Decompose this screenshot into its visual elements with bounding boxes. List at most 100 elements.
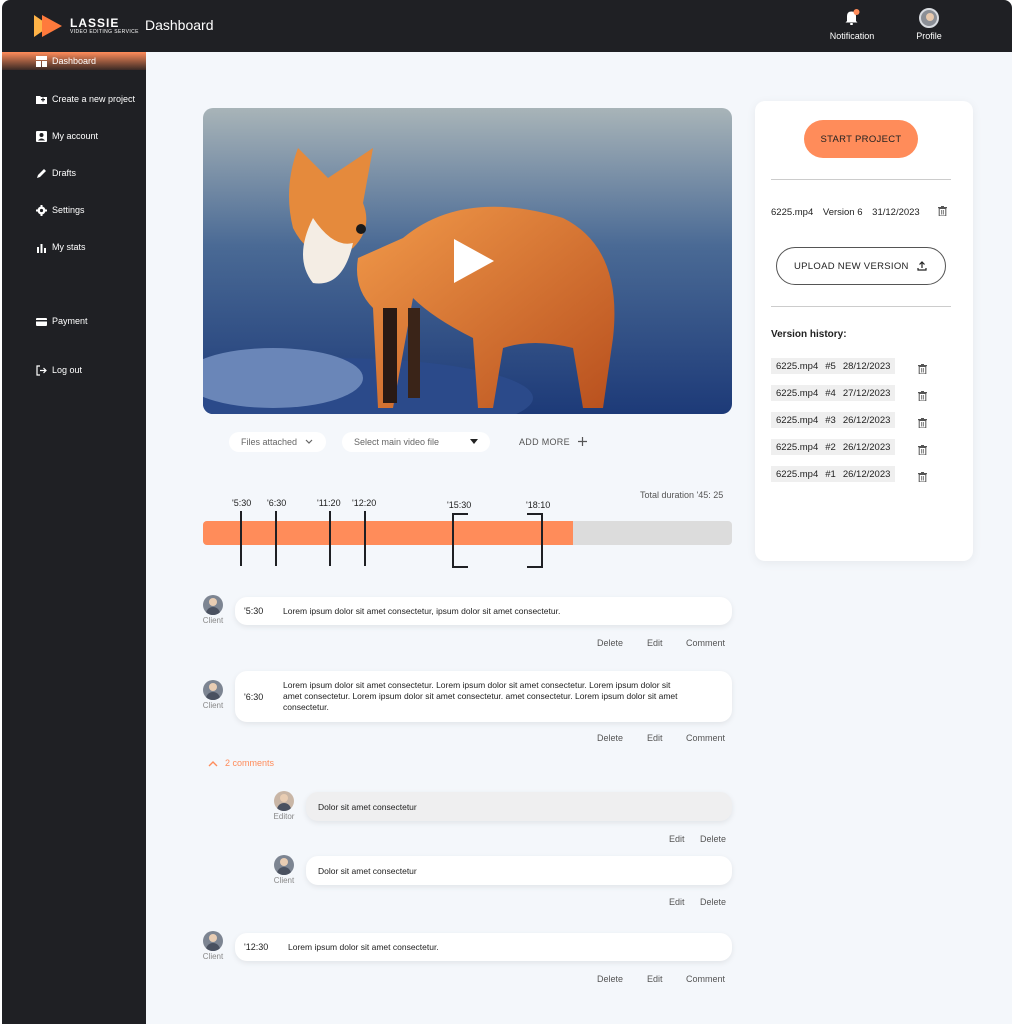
range-end-label: '18:10 (526, 500, 551, 510)
video-thumbnail (203, 108, 732, 414)
client-avatar: Client (203, 595, 223, 625)
range-start-label: '15:30 (447, 500, 472, 510)
comment-text: Lorem ipsum dolor sit amet consectetur. (288, 942, 439, 952)
edit-button[interactable]: Edit (647, 638, 663, 648)
total-duration: Total duration '45: 25 (640, 490, 724, 500)
comment-bubble[interactable]: '6:30 Lorem ipsum dolor sit amet consect… (235, 671, 732, 722)
reply-bubble[interactable]: Dolor sit amet consectetur (306, 792, 732, 821)
trash-icon[interactable] (918, 388, 927, 406)
sidebar-item-dashboard[interactable]: Dashboard (2, 52, 146, 70)
video-player[interactable] (203, 108, 732, 414)
add-more-button[interactable]: ADD MORE (519, 437, 587, 447)
trash-icon[interactable] (938, 206, 947, 219)
reply-text: Dolor sit amet consectetur (318, 866, 417, 876)
edit-button[interactable]: Edit (669, 897, 685, 907)
delete-button[interactable]: Delete (597, 638, 623, 648)
comment-text-line: Lorem ipsum dolor sit amet consectetur. … (283, 680, 671, 690)
sidebar-item-label: Create a new project (52, 94, 136, 104)
range-end-handle[interactable] (527, 513, 543, 568)
version-date: 27/12/2023 (842, 387, 891, 399)
version-file: 6225.mp4 (776, 414, 819, 426)
current-version-date: 31/12/2023 (872, 207, 920, 218)
marker-label: '11:20 (317, 498, 341, 508)
upload-new-version-button[interactable]: UPLOAD NEW VERSION (776, 247, 946, 285)
sidebar-item-payment[interactable]: Payment (2, 311, 146, 331)
profile-button[interactable]: Profile (909, 8, 949, 41)
version-date: 28/12/2023 (842, 360, 891, 372)
version-history-row[interactable]: 6225.mp4 #5 28/12/2023 (771, 358, 896, 374)
add-more-label: ADD MORE (519, 437, 570, 447)
range-start-handle[interactable] (452, 513, 468, 568)
chevron-up-icon (208, 760, 218, 766)
dashboard-icon (36, 55, 47, 67)
sidebar-item-label: Log out (52, 365, 83, 375)
sidebar-item-create-project[interactable]: Create a new project (2, 89, 146, 109)
comment-button[interactable]: Comment (686, 974, 725, 984)
version-history-row[interactable]: 6225.mp4 #1 26/12/2023 (771, 466, 896, 482)
sidebar-item-log-out[interactable]: Log out (2, 360, 146, 380)
comment-timestamp[interactable]: '5:30 (244, 606, 263, 616)
notification-button[interactable]: Notification (827, 8, 877, 41)
replies-toggle[interactable]: 2 comments (208, 758, 274, 768)
brand-logo[interactable]: LASSIE VIDEO EDITING SERVICE (32, 12, 139, 40)
edit-button[interactable]: Edit (669, 834, 685, 844)
main-video-select[interactable]: Select main video file (342, 432, 490, 452)
version-history-row[interactable]: 6225.mp4 #4 27/12/2023 (771, 385, 896, 401)
comment-author: Client (202, 952, 224, 961)
delete-button[interactable]: Delete (597, 733, 623, 743)
current-version-number: Version 6 (822, 207, 863, 218)
gear-icon (36, 204, 47, 216)
timeline-marker[interactable] (275, 511, 277, 566)
sidebar-item-drafts[interactable]: Drafts (2, 163, 146, 183)
version-date: 26/12/2023 (842, 414, 891, 426)
marker-label: '12:20 (352, 498, 377, 508)
reply-text: Dolor sit amet consectetur (318, 802, 417, 812)
edit-button[interactable]: Edit (647, 733, 663, 743)
files-attached-label: Files attached (241, 437, 298, 447)
current-version-file: 6225.mp4 (771, 207, 814, 218)
version-file: 6225.mp4 (776, 441, 819, 453)
start-project-button[interactable]: START PROJECT (804, 120, 918, 158)
comment-text: Lorem ipsum dolor sit amet consectetur, … (283, 606, 561, 616)
timeline-marker[interactable] (364, 511, 366, 566)
comment-bubble[interactable]: '5:30 Lorem ipsum dolor sit amet consect… (235, 597, 732, 625)
logout-icon (36, 364, 47, 376)
sidebar-item-settings[interactable]: Settings (2, 200, 146, 220)
top-bar: LASSIE VIDEO EDITING SERVICE Dashboard N… (2, 0, 1012, 52)
timeline-marker[interactable] (240, 511, 242, 566)
comment-button[interactable]: Comment (686, 733, 725, 743)
plus-icon (577, 437, 587, 446)
timeline-marker[interactable] (329, 511, 331, 566)
files-attached-dropdown[interactable]: Files attached (229, 432, 326, 452)
version-number: #3 (825, 414, 836, 426)
trash-icon[interactable] (918, 469, 927, 487)
version-number: #5 (825, 360, 836, 372)
sidebar-item-label: My stats (52, 242, 86, 252)
replies-count: 2 comments (225, 758, 275, 768)
upload-icon (917, 261, 927, 271)
brand-name: LASSIE (70, 16, 120, 30)
sidebar-item-my-account[interactable]: My account (2, 126, 146, 146)
version-history-row[interactable]: 6225.mp4 #3 26/12/2023 (771, 412, 896, 428)
version-number: #1 (825, 468, 836, 480)
version-history-row[interactable]: 6225.mp4 #2 26/12/2023 (771, 439, 896, 455)
edit-button[interactable]: Edit (647, 974, 663, 984)
comment-timestamp[interactable]: '12:30 (244, 942, 268, 952)
version-file: 6225.mp4 (776, 468, 819, 480)
trash-icon[interactable] (918, 442, 927, 460)
delete-button[interactable]: Delete (597, 974, 623, 984)
comment-button[interactable]: Comment (686, 638, 725, 648)
sidebar-item-my-stats[interactable]: My stats (2, 237, 146, 257)
notification-label: Notification (829, 31, 875, 41)
comment-timestamp[interactable]: '6:30 (244, 692, 263, 702)
delete-button[interactable]: Delete (700, 834, 726, 844)
comment-author: Client (202, 616, 224, 625)
comment-bubble[interactable]: '12:30 Lorem ipsum dolor sit amet consec… (235, 933, 732, 961)
trash-icon[interactable] (918, 415, 927, 433)
comment-text-line: consectetur. (283, 702, 329, 712)
reply-bubble[interactable]: Dolor sit amet consectetur (306, 856, 732, 885)
trash-icon[interactable] (918, 361, 927, 379)
delete-button[interactable]: Delete (700, 897, 726, 907)
account-card-icon (36, 130, 47, 142)
sidebar-item-label: Payment (52, 316, 88, 326)
